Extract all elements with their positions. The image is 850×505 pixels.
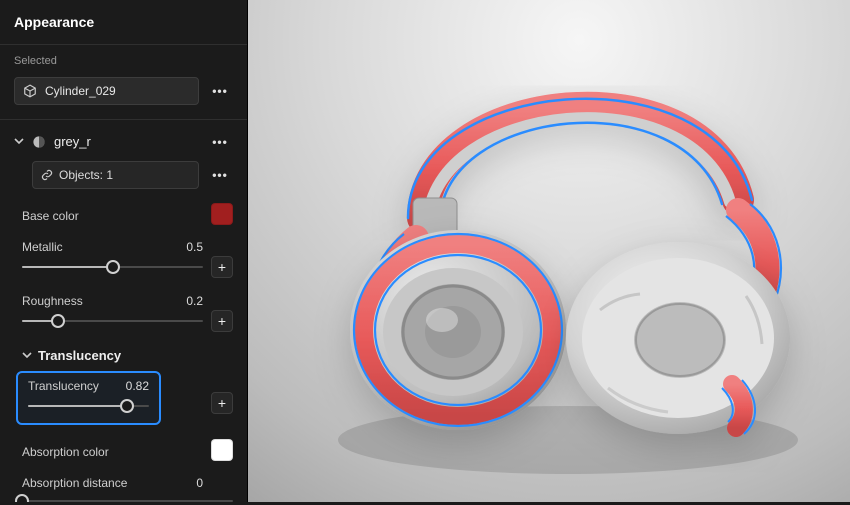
absorption-color-label: Absorption color [22,445,109,459]
roughness-value: 0.2 [186,294,203,308]
panel-title: Appearance [0,0,247,45]
link-icon [41,169,53,181]
material-sphere-icon [32,135,46,149]
roughness-add-button[interactable]: + [211,310,233,332]
roughness-slider[interactable] [22,312,203,330]
chevron-down-icon[interactable] [22,348,32,363]
metallic-add-button[interactable]: + [211,256,233,278]
chevron-down-icon[interactable] [14,135,24,149]
translucency-add-button[interactable]: + [211,392,233,414]
objects-more-icon[interactable]: ••• [207,168,233,182]
objects-count-label: Objects: 1 [59,168,113,182]
selected-object-more-icon[interactable]: ••• [207,84,233,98]
base-color-swatch[interactable] [211,203,233,225]
translucency-value: 0.82 [126,379,149,393]
roughness-label: Roughness [22,294,83,308]
material-name[interactable]: grey_r [54,134,199,149]
selected-object-name: Cylinder_029 [45,84,116,98]
metallic-label: Metallic [22,240,63,254]
3d-viewport[interactable] [248,0,850,502]
selected-label: Selected [0,45,247,73]
translucency-section-label: Translucency [38,348,121,363]
absorption-distance-value: 0 [196,476,203,490]
selected-object-chip[interactable]: Cylinder_029 [14,77,199,105]
headphones-render [248,0,850,502]
absorption-distance-label: Absorption distance [22,476,127,490]
translucency-label: Translucency [28,379,99,393]
translucency-slider[interactable] [28,397,149,415]
metallic-slider[interactable] [22,258,203,276]
translucency-highlight: Translucency 0.82 [16,371,161,425]
divider [0,119,247,120]
base-color-label: Base color [22,209,79,223]
absorption-color-swatch[interactable] [211,439,233,461]
appearance-panel: Appearance Selected Cylinder_029 ••• gre… [0,0,248,502]
material-more-icon[interactable]: ••• [207,135,233,149]
cube-icon [23,84,37,98]
objects-count-chip[interactable]: Objects: 1 [32,161,199,189]
absorption-distance-slider[interactable] [22,492,233,502]
metallic-value: 0.5 [186,240,203,254]
